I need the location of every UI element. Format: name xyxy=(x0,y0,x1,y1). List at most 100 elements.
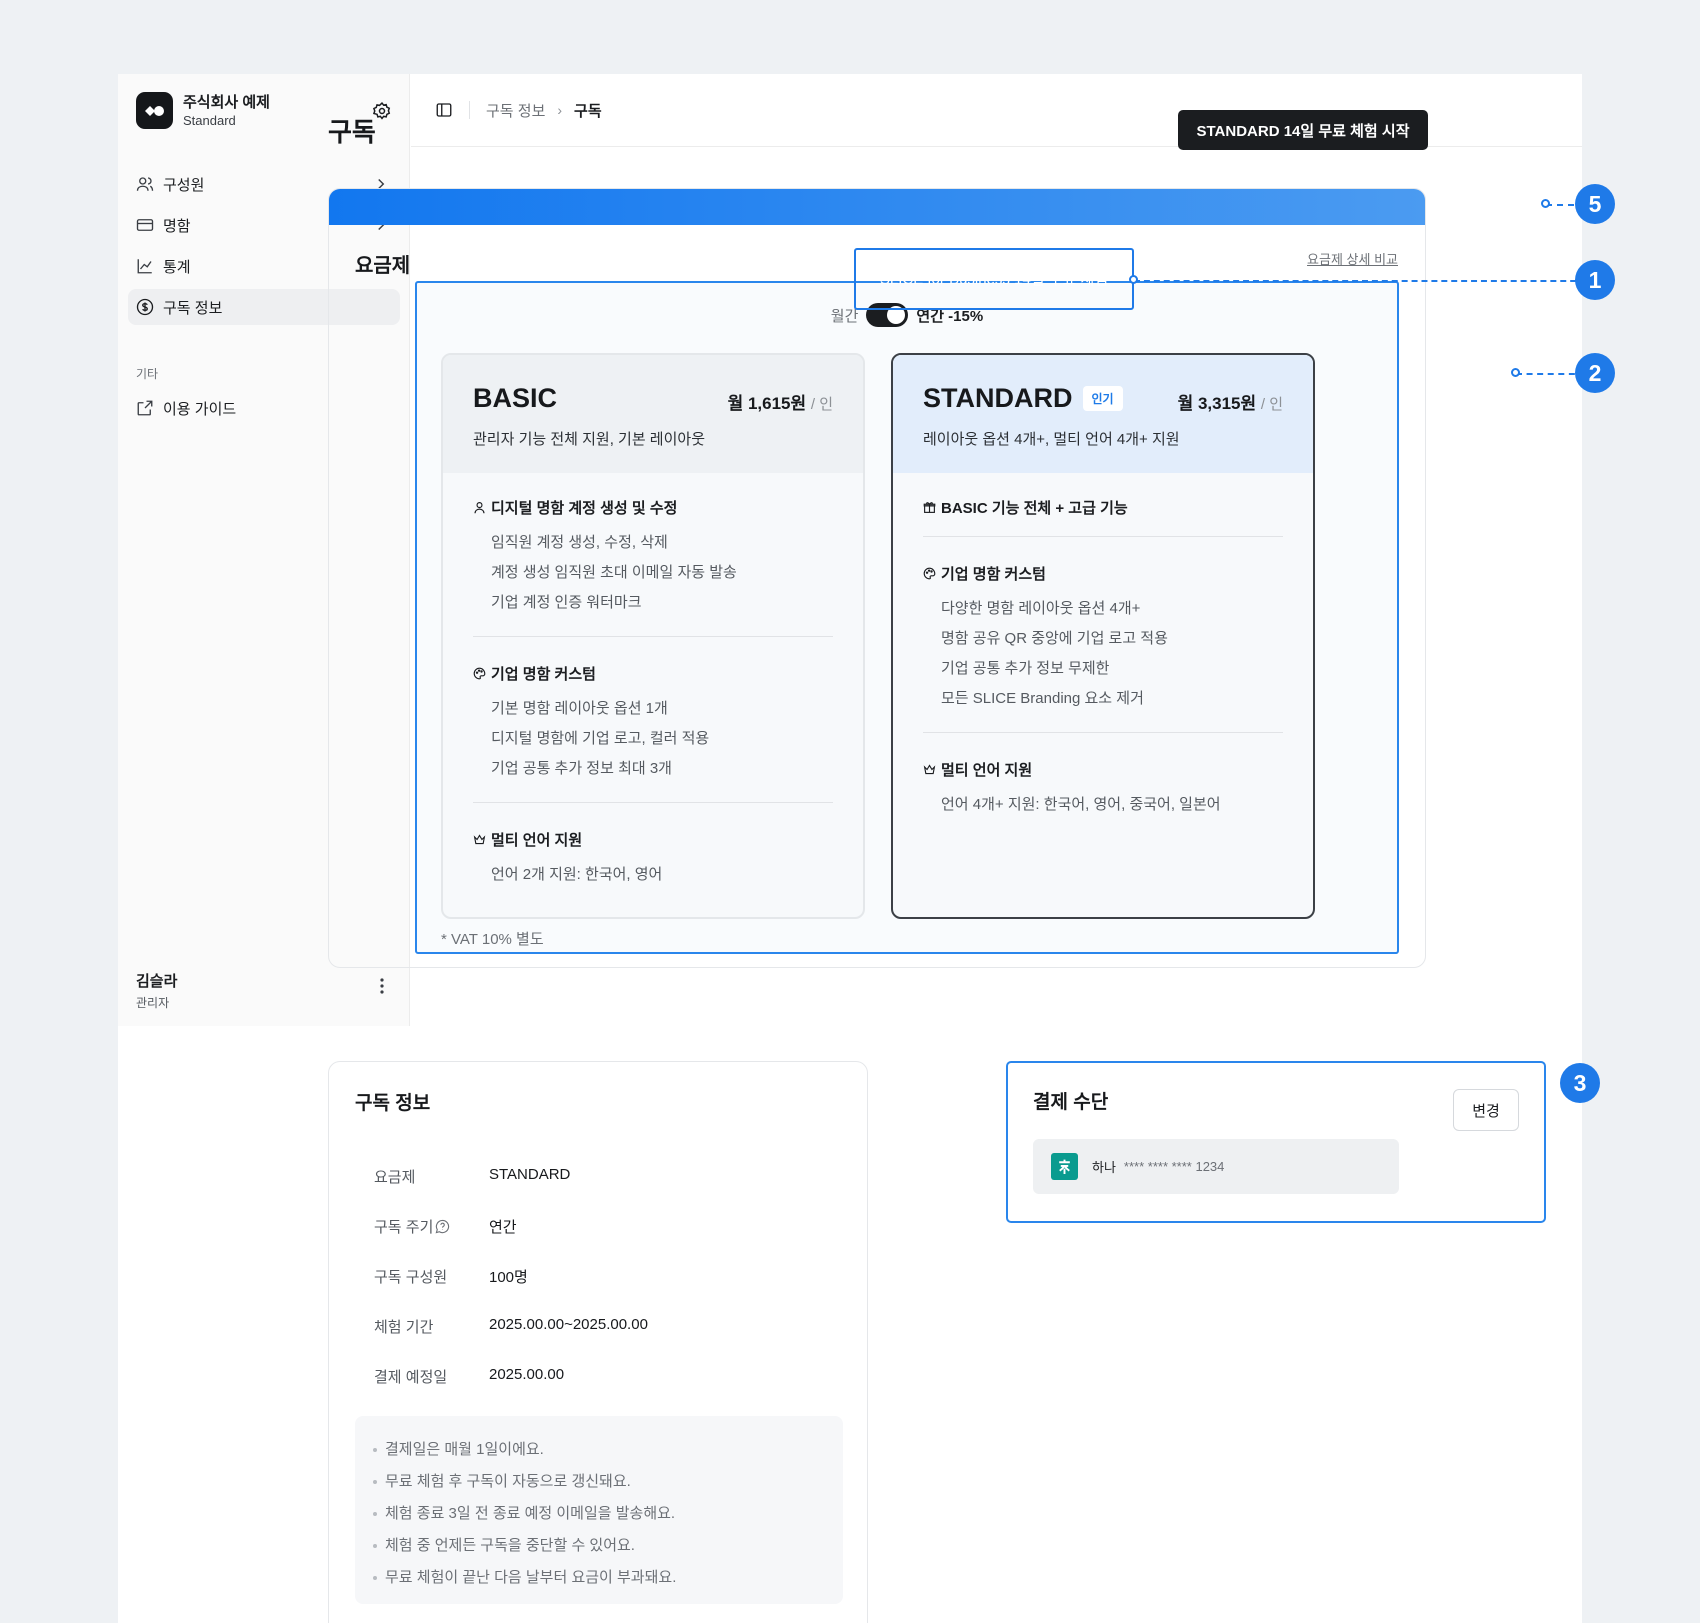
info-row: 요금제 STANDARD xyxy=(374,1166,570,1187)
palette-icon xyxy=(923,567,936,580)
feature-group: BASIC 기능 전체 + 고급 기능 xyxy=(923,497,1283,537)
info-row: 구독 구성원 100명 xyxy=(374,1266,528,1287)
feature-item: 기업 계정 인증 워터마크 xyxy=(491,594,642,611)
feature-item: 모든 SLICE Branding 요소 제거 xyxy=(941,690,1144,707)
feature-group: 멀티 언어 지원 언어 4개+ 지원: 한국어, 영어, 중국어, 일본어 xyxy=(923,759,1283,838)
person-icon xyxy=(474,502,485,514)
more-vertical-icon[interactable] xyxy=(374,976,390,996)
info-key: 구독 구성원 xyxy=(374,1269,448,1286)
info-key: 요금제 xyxy=(374,1169,416,1186)
plan-description: 레이아웃 옵션 4개+, 멀티 언어 4개+ 지원 xyxy=(923,431,1180,448)
sidebar-item-label: 통계 xyxy=(163,258,191,276)
info-key: 결제 예정일 xyxy=(374,1369,448,1386)
note-item: 체험 종료 3일 전 종료 예정 이메일을 발송해요. xyxy=(373,1498,825,1530)
plan-card-standard[interactable]: STANDARD 인기 월 3,315원 / 인 레이아웃 옵션 4개+, 멀티 … xyxy=(891,353,1315,919)
feature-title: BASIC 기능 전체 + 고급 기능 xyxy=(941,500,1128,517)
breadcrumb-parent[interactable]: 구독 정보 xyxy=(486,100,545,121)
crown-icon xyxy=(923,764,936,775)
sidebar-item-label: 명함 xyxy=(163,217,191,235)
feature-item: 언어 2개 지원: 한국어, 영어 xyxy=(491,866,663,883)
callout-badge-5: 5 xyxy=(1575,184,1615,224)
info-row: 구독 주기 연간 xyxy=(374,1216,517,1237)
gift-icon xyxy=(923,502,936,513)
info-value: 연간 xyxy=(489,1219,517,1236)
feature-item: 명함 공유 QR 중앙에 기업 로고 적용 xyxy=(941,630,1168,647)
feature-title: 멀티 언어 지원 xyxy=(941,762,1033,779)
plan-description: 관리자 기능 전체 지원, 기본 레이아웃 xyxy=(473,431,706,448)
feature-item: 임직원 계정 생성, 수정, 삭제 xyxy=(491,534,668,551)
feature-group: 멀티 언어 지원 언어 2개 지원: 한국어, 영어 xyxy=(473,829,833,908)
feature-title: 기업 명함 커스텀 xyxy=(941,566,1046,583)
start-trial-button[interactable]: STANDARD 14일 무료 체험 시작 xyxy=(1178,110,1428,150)
palette-icon xyxy=(473,667,486,680)
trial-banner-label[interactable]: SLICE for Business 14일 무료 체험 xyxy=(854,248,1134,310)
users-icon xyxy=(136,175,154,193)
payment-method-card: 결제 수단 변경 하나 **** **** **** 1234 xyxy=(1006,1061,1546,1223)
company-plan: Standard xyxy=(183,112,236,128)
info-key: 체험 기간 xyxy=(374,1319,434,1336)
info-key: 구독 주기 xyxy=(374,1216,489,1237)
feature-title: 기업 명함 커스텀 xyxy=(491,666,596,683)
feature-item: 계정 생성 임직원 초대 이메일 자동 발송 xyxy=(491,564,737,581)
feature-group: 디지털 명함 계정 생성 및 수정 임직원 계정 생성, 수정, 삭제 계정 생… xyxy=(473,497,833,637)
company-logo xyxy=(136,92,173,129)
plan-price: 월 3,315원 / 인 xyxy=(1178,389,1283,414)
chevron-right-icon: › xyxy=(557,102,563,118)
company-switcher[interactable]: 주식회사 예제 Standard xyxy=(136,92,270,129)
feature-item: 기본 명함 레이아웃 옵션 1개 xyxy=(491,700,668,717)
feature-item: 다양한 명함 레이아웃 옵션 4개+ xyxy=(941,600,1141,617)
sidebar-toggle-icon[interactable] xyxy=(435,101,453,119)
info-row: 결제 예정일 2025.00.00 xyxy=(374,1366,564,1387)
callout-dot xyxy=(1129,275,1138,284)
plan-header: BASIC 월 1,615원 / 인 관리자 기능 전체 지원, 기본 레이아웃 xyxy=(443,355,863,473)
plan-selector: 월간 연간 -15% BASIC 월 1,615원 / 인 관리자 기능 전체 … xyxy=(415,281,1399,954)
callout-badge-2: 2 xyxy=(1575,353,1615,393)
bank-name: 하나 xyxy=(1092,1160,1116,1175)
info-value: STANDARD xyxy=(489,1166,571,1183)
callout-badge-3: 3 xyxy=(1560,1063,1600,1103)
feature-group: 기업 명함 커스텀 기본 명함 레이아웃 옵션 1개 디지털 명함에 기업 로고… xyxy=(473,663,833,803)
callout-line xyxy=(1134,280,1596,282)
compare-plans-link[interactable]: 요금제 상세 비교 xyxy=(1307,249,1398,268)
card-number: **** **** **** 1234 xyxy=(1123,1159,1225,1174)
company-name: 주식회사 예제 xyxy=(183,93,270,111)
feature-title: 디지털 명함 계정 생성 및 수정 xyxy=(491,500,678,517)
subscription-info-card: 구독 정보 요금제 STANDARD 구독 주기 연간 구독 구성원 100명 체험 … xyxy=(328,1061,868,1623)
trial-banner xyxy=(329,189,1425,225)
user-profile: 김슬라 관리자 xyxy=(136,970,177,1011)
info-value: 2025.00.00~2025.00.00 xyxy=(489,1316,648,1333)
card-title: 결제 수단 xyxy=(1033,1092,1109,1113)
note-item: 결제일은 매월 1일이에요. xyxy=(373,1434,825,1466)
payment-card-item: 하나 **** **** **** 1234 xyxy=(1033,1139,1399,1194)
external-link-icon xyxy=(136,399,154,417)
callout-dot xyxy=(1511,368,1520,377)
price-value: 월 3,315원 xyxy=(1177,394,1257,413)
plan-card-basic[interactable]: BASIC 월 1,615원 / 인 관리자 기능 전체 지원, 기본 레이아웃… xyxy=(441,353,865,919)
crown-icon xyxy=(473,834,486,845)
note-item: 무료 체험 후 구독이 자동으로 갱신돼요. xyxy=(373,1466,825,1498)
bank-logo-icon xyxy=(1051,1153,1078,1180)
plan-price: 월 1,615원 / 인 xyxy=(728,389,833,414)
dollar-circle-icon xyxy=(136,298,154,316)
info-value: 100명 xyxy=(489,1269,528,1286)
info-key-label: 구독 주기 xyxy=(374,1219,434,1236)
user-role: 관리자 xyxy=(136,996,170,1010)
info-value: 2025.00.00 xyxy=(489,1366,565,1383)
plan-name: STANDARD xyxy=(923,383,1073,413)
user-name: 김슬라 xyxy=(136,973,178,990)
help-icon[interactable] xyxy=(435,1219,450,1234)
section-label: 기타 xyxy=(136,367,159,381)
note-item: 체험 중 언제든 구독을 중단할 수 있어요. xyxy=(373,1530,825,1562)
chart-line-icon xyxy=(136,257,154,275)
change-payment-button[interactable]: 변경 xyxy=(1453,1089,1519,1131)
sidebar-item-label: 이용 가이드 xyxy=(163,400,237,418)
callout-badge-1: 1 xyxy=(1575,260,1615,300)
note-item: 무료 체험이 끝난 다음 날부터 요금이 부과돼요. xyxy=(373,1562,825,1594)
price-value: 월 1,615원 xyxy=(727,394,807,413)
breadcrumb-current: 구독 xyxy=(574,102,602,120)
plan-header: STANDARD 인기 월 3,315원 / 인 레이아웃 옵션 4개+, 멀티 … xyxy=(893,355,1313,473)
card-title: 구독 정보 xyxy=(355,1093,431,1114)
price-unit: / 인 xyxy=(810,396,833,413)
feature-item: 기업 공통 추가 정보 최대 3개 xyxy=(491,760,672,777)
card-icon xyxy=(136,216,154,234)
